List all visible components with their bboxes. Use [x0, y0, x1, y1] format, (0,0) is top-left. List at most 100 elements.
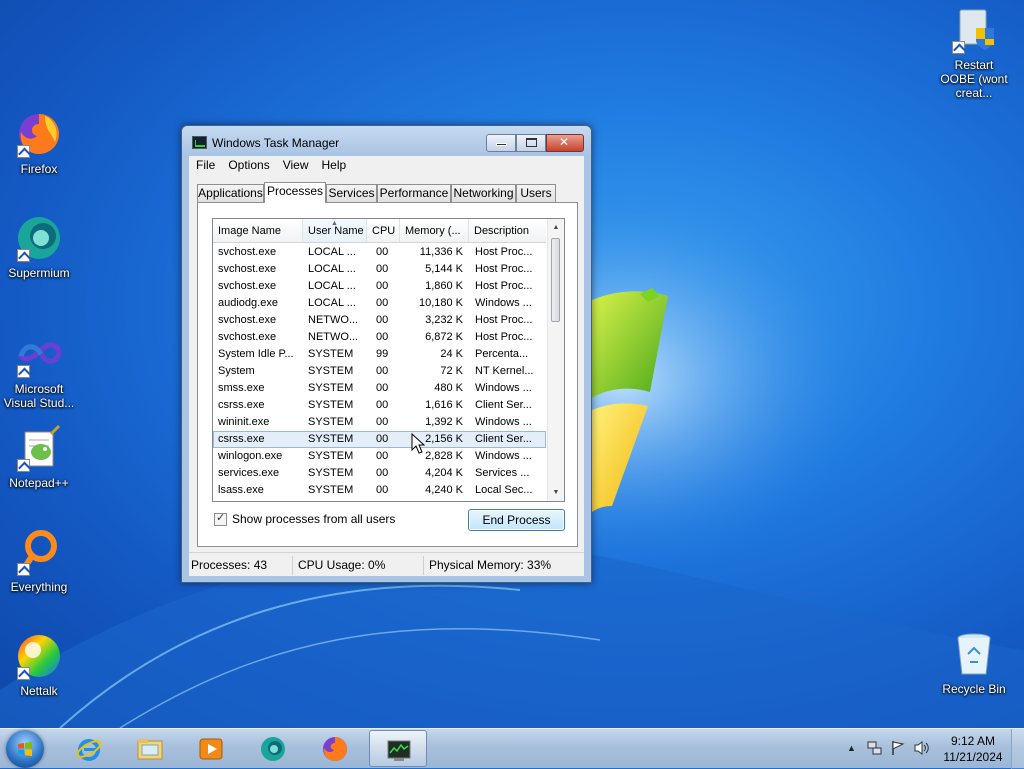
column-header-description[interactable]: Description: [469, 219, 546, 242]
clock-date: 11/21/2024: [943, 750, 1003, 764]
taskbar-file-explorer[interactable]: [121, 730, 179, 767]
table-row[interactable]: svchost.exe LOCAL ... 00 5,144 K Host Pr…: [213, 261, 546, 278]
cell-user-name: LOCAL ...: [308, 280, 356, 292]
taskbar-firefox[interactable]: [306, 730, 364, 767]
desktop-icon-firefox[interactable]: Firefox: [1, 110, 77, 176]
menu-help[interactable]: Help: [315, 156, 353, 172]
tab-services[interactable]: Services: [326, 184, 377, 202]
cell-cpu: 00: [376, 331, 389, 343]
menu-file[interactable]: File: [189, 156, 221, 172]
vertical-scrollbar[interactable]: ▲ ▼: [547, 219, 564, 501]
desktop-icon-restart-oobe[interactable]: Restart OOBE (wont creat...: [936, 6, 1012, 100]
scrollbar-thumb[interactable]: [551, 238, 560, 322]
system-clock[interactable]: 9:12 AM 11/21/2024: [936, 733, 1010, 765]
cell-cpu: 00: [376, 297, 389, 309]
table-row[interactable]: lsass.exe SYSTEM 00 4,240 K Local Sec...: [213, 482, 546, 499]
table-row[interactable]: System SYSTEM 00 72 K NT Kernel...: [213, 363, 546, 380]
table-row[interactable]: winlogon.exe SYSTEM 00 2,828 K Windows .…: [213, 448, 546, 465]
tab-processes[interactable]: Processes: [264, 182, 326, 203]
tab-applications[interactable]: Applications: [197, 184, 264, 202]
desktop-icon-label: Notepad++: [9, 476, 69, 490]
cell-image-name: svchost.exe: [218, 314, 277, 326]
desktop-icon-visual-studio[interactable]: Microsoft Visual Stud...: [1, 330, 77, 410]
process-list[interactable]: Image Name ▲ User Name CPU Memory (... D…: [212, 218, 565, 502]
table-row[interactable]: audiodg.exe LOCAL ... 00 10,180 K Window…: [213, 295, 546, 312]
scroll-down-arrow-icon[interactable]: ▼: [548, 484, 564, 501]
cell-user-name: SYSTEM: [308, 382, 354, 394]
media-player-icon: [199, 738, 223, 760]
cell-image-name: services.exe: [218, 467, 280, 479]
network-icon[interactable]: [867, 740, 883, 756]
desktop-icon-supermium[interactable]: Supermium: [1, 214, 77, 280]
cell-description: Local Sec...: [475, 484, 533, 496]
process-list-header: Image Name ▲ User Name CPU Memory (... D…: [213, 219, 546, 243]
process-rows: svchost.exe LOCAL ... 00 11,336 K Host P…: [213, 244, 546, 499]
show-desktop-button[interactable]: [1011, 729, 1024, 769]
table-row[interactable]: svchost.exe LOCAL ... 00 1,860 K Host Pr…: [213, 278, 546, 295]
sort-ascending-icon: ▲: [331, 220, 338, 227]
nettalk-icon: [15, 632, 63, 680]
tab-performance[interactable]: Performance: [377, 184, 451, 202]
close-button[interactable]: [546, 134, 584, 152]
table-row[interactable]: services.exe SYSTEM 00 4,204 K Services …: [213, 465, 546, 482]
cell-memory: 24 K: [440, 348, 463, 360]
taskbar-media-player[interactable]: [182, 730, 240, 767]
cell-image-name: lsass.exe: [218, 484, 264, 496]
table-row[interactable]: svchost.exe NETWO... 00 6,872 K Host Pro…: [213, 329, 546, 346]
cell-image-name: wininit.exe: [218, 416, 270, 428]
start-button[interactable]: [6, 730, 44, 768]
processes-panel: Image Name ▲ User Name CPU Memory (... D…: [197, 202, 578, 547]
cell-description: Services ...: [475, 467, 530, 479]
cell-cpu: 00: [376, 450, 389, 462]
maximize-button[interactable]: [516, 134, 546, 152]
table-row[interactable]: svchost.exe LOCAL ... 00 11,336 K Host P…: [213, 244, 546, 261]
everything-search-icon: [15, 528, 63, 576]
tab-networking[interactable]: Networking: [451, 184, 516, 202]
show-all-users-checkbox[interactable]: [214, 511, 227, 526]
table-row[interactable]: System Idle P... SYSTEM 99 24 K Percenta…: [213, 346, 546, 363]
cell-cpu: 00: [376, 314, 389, 326]
cell-description: Host Proc...: [475, 246, 533, 258]
desktop-icon-label: Everything: [10, 580, 68, 594]
cell-user-name: SYSTEM: [308, 399, 354, 411]
cell-cpu: 00: [376, 263, 389, 275]
volume-icon[interactable]: [913, 740, 931, 756]
column-header-user-name[interactable]: ▲ User Name: [303, 219, 367, 242]
column-header-image-name[interactable]: Image Name: [213, 219, 303, 242]
table-row[interactable]: wininit.exe SYSTEM 00 1,392 K Windows ..…: [213, 414, 546, 431]
taskbar-supermium[interactable]: [244, 730, 302, 767]
taskbar-task-manager[interactable]: [369, 730, 427, 767]
cell-user-name: SYSTEM: [308, 484, 354, 496]
action-center-flag-icon[interactable]: [890, 740, 906, 756]
taskbar-internet-explorer[interactable]: [60, 730, 118, 767]
show-hidden-icons-icon[interactable]: ▲: [847, 743, 856, 753]
cell-image-name: csrss.exe: [218, 433, 265, 445]
windows-logo-icon: [18, 742, 32, 756]
column-header-memory[interactable]: Memory (...: [400, 219, 469, 242]
table-row[interactable]: svchost.exe NETWO... 00 3,232 K Host Pro…: [213, 312, 546, 329]
minimize-button[interactable]: [486, 134, 516, 152]
status-bar: Processes: 43 CPU Usage: 0% Physical Mem…: [189, 552, 584, 576]
tab-users[interactable]: Users: [516, 184, 556, 202]
desktop-icon-everything[interactable]: Everything: [1, 528, 77, 594]
menu-view[interactable]: View: [276, 156, 315, 172]
desktop-icon-recycle-bin[interactable]: Recycle Bin: [936, 630, 1012, 696]
firefox-icon: [323, 737, 347, 761]
cell-description: Host Proc...: [475, 331, 533, 343]
table-row[interactable]: csrss.exe SYSTEM 00 1,616 K Client Ser..…: [213, 397, 546, 414]
table-row-selected[interactable]: csrss.exe SYSTEM 00 2,156 K Client Ser..…: [213, 431, 546, 448]
desktop-icon-notepad-plus-plus[interactable]: Notepad++: [1, 424, 77, 490]
table-row[interactable]: smss.exe SYSTEM 00 480 K Windows ...: [213, 380, 546, 397]
cell-cpu: 00: [376, 416, 389, 428]
column-header-cpu[interactable]: CPU: [367, 219, 400, 242]
end-process-button[interactable]: End Process: [468, 509, 565, 531]
cell-memory: 3,232 K: [425, 314, 463, 326]
scroll-up-arrow-icon[interactable]: ▲: [548, 219, 564, 236]
desktop-icon-nettalk[interactable]: Nettalk: [1, 632, 77, 698]
menu-options[interactable]: Options: [221, 156, 275, 172]
title-bar[interactable]: Windows Task Manager: [182, 126, 591, 156]
cell-cpu: 00: [376, 280, 389, 292]
taskbar: ▲ 9:12 AM 11/21/2024: [0, 728, 1024, 769]
cell-description: Host Proc...: [475, 314, 533, 326]
cell-cpu: 00: [376, 467, 389, 479]
